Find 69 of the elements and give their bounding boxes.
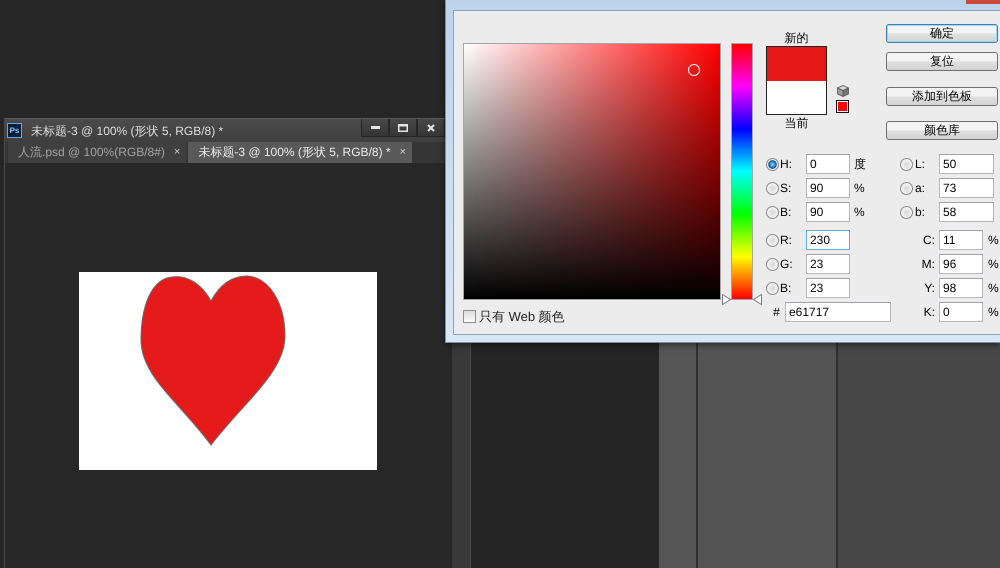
tab-close-button[interactable]: × <box>174 146 180 160</box>
field-label: R: <box>780 232 793 248</box>
app-icon: Ps <box>7 123 22 138</box>
field-label: M: <box>920 256 936 272</box>
number-field[interactable]: 0 <box>806 154 850 174</box>
unit-label: % <box>988 280 1000 296</box>
radio-button[interactable] <box>766 282 779 294</box>
number-field[interactable]: 50 <box>939 154 994 174</box>
minimize-button[interactable] <box>361 119 389 137</box>
document-tab[interactable]: 人流.psd @ 100%(RGB/8#) × <box>8 142 186 163</box>
hue-slider-handle[interactable] <box>722 294 762 304</box>
maximize-icon <box>398 124 408 132</box>
minimize-icon <box>370 126 380 129</box>
field-label: # <box>772 304 781 320</box>
maximize-button[interactable] <box>389 119 417 137</box>
radio-button[interactable] <box>766 234 779 246</box>
number-field[interactable]: 96 <box>939 254 983 274</box>
field-label: L: <box>915 156 926 172</box>
field-label: K: <box>922 304 936 320</box>
unit-label: % <box>988 304 1000 320</box>
number-field[interactable]: 98 <box>939 278 983 298</box>
field-label: B: <box>780 280 792 296</box>
dialog-button[interactable]: 确定 <box>886 24 998 43</box>
hex-field[interactable]: e61717 <box>785 302 891 322</box>
unit-label: 度 <box>854 156 867 172</box>
radio-button[interactable] <box>766 158 779 170</box>
color-field-handle[interactable] <box>688 64 700 76</box>
field-label: a: <box>915 180 926 196</box>
radio-button[interactable] <box>900 206 913 218</box>
document-tab[interactable]: 未标题-3 @ 100% (形状 5, RGB/8) * × <box>188 142 412 163</box>
cube-icon[interactable] <box>836 85 848 97</box>
unit-label: % <box>854 180 866 196</box>
swatch-label: 新的 <box>784 30 808 46</box>
field-label: Y: <box>923 280 936 296</box>
checkbox[interactable] <box>463 310 476 324</box>
close-icon <box>427 124 435 132</box>
window-title: 未标题-3 @ 100% (形状 5, RGB/8) * <box>31 124 224 138</box>
number-field[interactable]: 230 <box>806 230 850 250</box>
unit-label: % <box>988 232 1000 248</box>
checkbox-label: 只有 Web 颜色 <box>479 309 565 325</box>
dialog-button[interactable]: 复位 <box>886 52 998 71</box>
unit-label: % <box>988 256 1000 272</box>
tab-close-button[interactable]: × <box>400 146 406 160</box>
color-field[interactable] <box>463 43 721 300</box>
radio-button[interactable] <box>766 206 779 218</box>
dialog-button[interactable]: 添加到色板 <box>886 87 998 106</box>
field-label: B: <box>780 204 792 220</box>
field-label: G: <box>780 256 794 272</box>
number-field[interactable]: 90 <box>806 178 850 198</box>
number-field[interactable]: 23 <box>806 254 850 274</box>
radio-button[interactable] <box>766 258 779 270</box>
field-label: S: <box>780 180 792 196</box>
radio-button[interactable] <box>766 182 779 194</box>
number-field[interactable]: 0 <box>939 302 983 322</box>
number-field[interactable]: 23 <box>806 278 850 298</box>
field-label: b: <box>915 204 926 220</box>
radio-button[interactable] <box>900 158 913 170</box>
field-label: H: <box>780 156 793 172</box>
swatch-label: 当前 <box>784 115 808 131</box>
close-button[interactable] <box>417 119 445 137</box>
radio-button[interactable] <box>900 182 913 194</box>
dialog-button[interactable]: 颜色库 <box>886 121 998 140</box>
number-field[interactable]: 11 <box>939 230 983 250</box>
color-swatch[interactable] <box>836 100 849 113</box>
number-field[interactable]: 73 <box>939 178 994 198</box>
unit-label: % <box>854 204 866 220</box>
number-field[interactable]: 90 <box>806 202 850 222</box>
number-field[interactable]: 58 <box>939 202 994 222</box>
field-label: C: <box>922 232 936 248</box>
